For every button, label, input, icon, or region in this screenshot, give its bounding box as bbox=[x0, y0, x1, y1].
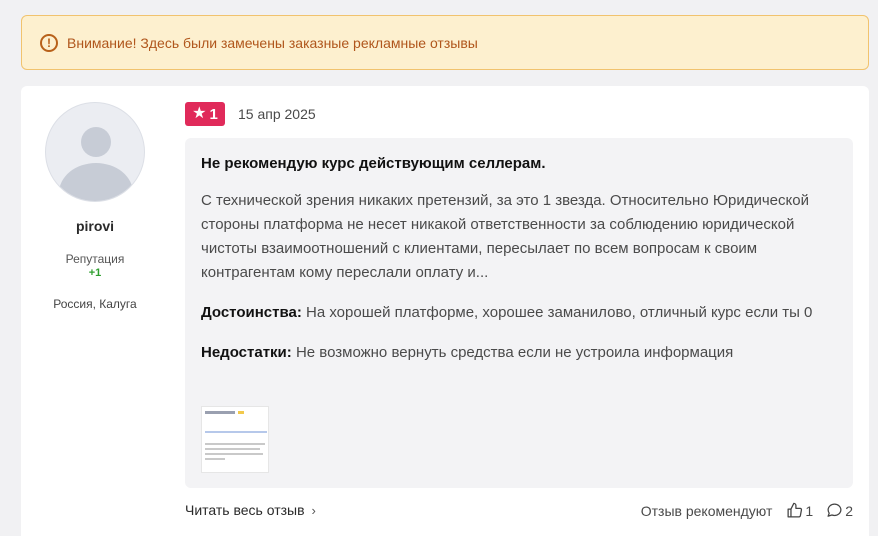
cons-label: Недостатки: bbox=[201, 344, 292, 361]
like-count: 1 bbox=[805, 502, 814, 519]
review-date: 15 апр 2025 bbox=[238, 106, 316, 122]
warning-text: Внимание! Здесь были замечены заказные р… bbox=[67, 34, 478, 51]
comment-button[interactable]: 2 bbox=[826, 502, 853, 519]
comment-icon bbox=[826, 502, 843, 519]
pros-text: На хорошей платформе, хорошее заманилово… bbox=[306, 304, 813, 321]
review-body: Не рекомендую курс действующим селлерам.… bbox=[185, 138, 853, 488]
rating-badge: ★ 1 bbox=[185, 102, 225, 126]
pros-label: Достоинства: bbox=[201, 304, 302, 321]
like-button[interactable]: 1 bbox=[786, 502, 813, 519]
star-icon: ★ bbox=[192, 105, 207, 122]
thumbs-up-icon bbox=[786, 502, 803, 519]
recommend-text: Отзыв рекомендуют bbox=[640, 502, 773, 519]
review-cons: Недостатки: Не возможно вернуть средства… bbox=[201, 341, 837, 365]
attachment-thumbnail[interactable] bbox=[201, 406, 269, 473]
reputation-value: +1 bbox=[88, 267, 102, 279]
review-footer-actions: Отзыв рекомендуют 1 2 bbox=[641, 502, 853, 519]
read-more-label: Читать весь отзыв bbox=[185, 502, 305, 518]
review-card: pirovi Репутация +1 Россия, Калуга ★ 1 1… bbox=[21, 86, 869, 536]
avatar[interactable] bbox=[45, 102, 145, 202]
cons-text: Не возможно вернуть средства если не уст… bbox=[295, 344, 734, 361]
review-text: С технической зрения никаких претензий, … bbox=[201, 192, 809, 281]
author-location: Россия, Калуга bbox=[53, 297, 137, 311]
comment-count: 2 bbox=[845, 502, 853, 519]
review-title[interactable]: Не рекомендую курс действующим селлерам. bbox=[201, 155, 837, 172]
exclamation-circle-icon: ! bbox=[40, 33, 58, 52]
read-full-review-link[interactable]: Читать весь отзыв › bbox=[185, 502, 316, 518]
warning-banner: ! Внимание! Здесь были замечены заказные… bbox=[21, 15, 869, 70]
author-name[interactable]: pirovi bbox=[21, 218, 169, 234]
reputation-label: Репутация bbox=[65, 252, 125, 266]
review-pros: Достоинства: На хорошей платформе, хорош… bbox=[201, 301, 841, 325]
rating-value: 1 bbox=[209, 105, 218, 123]
chevron-right-icon: › bbox=[311, 502, 316, 518]
